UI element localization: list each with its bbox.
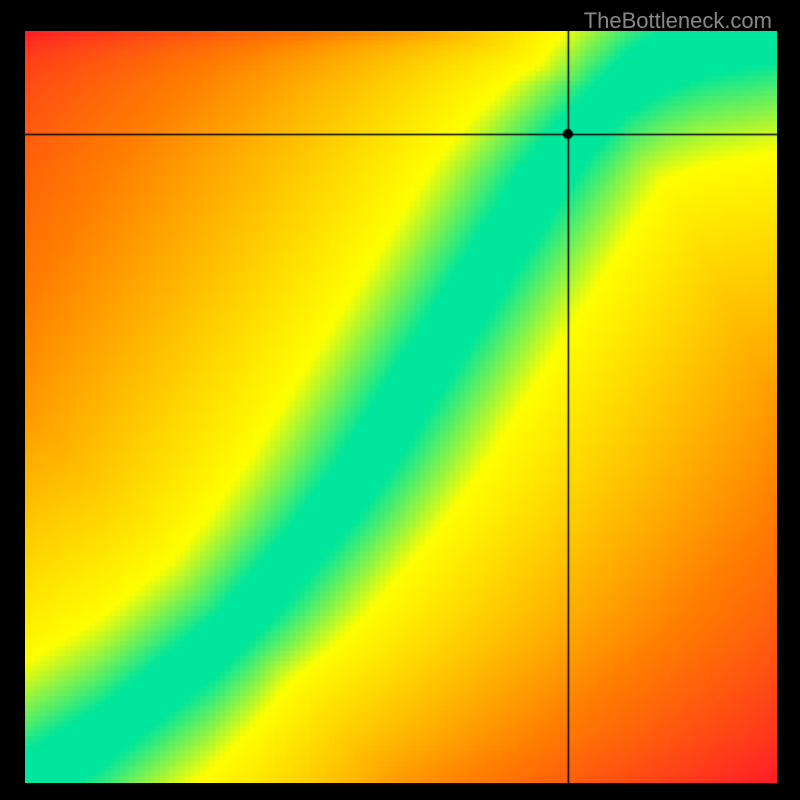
heatmap-canvas xyxy=(25,31,777,783)
chart-container: TheBottleneck.com xyxy=(0,0,800,800)
heatmap-plot xyxy=(25,31,777,783)
